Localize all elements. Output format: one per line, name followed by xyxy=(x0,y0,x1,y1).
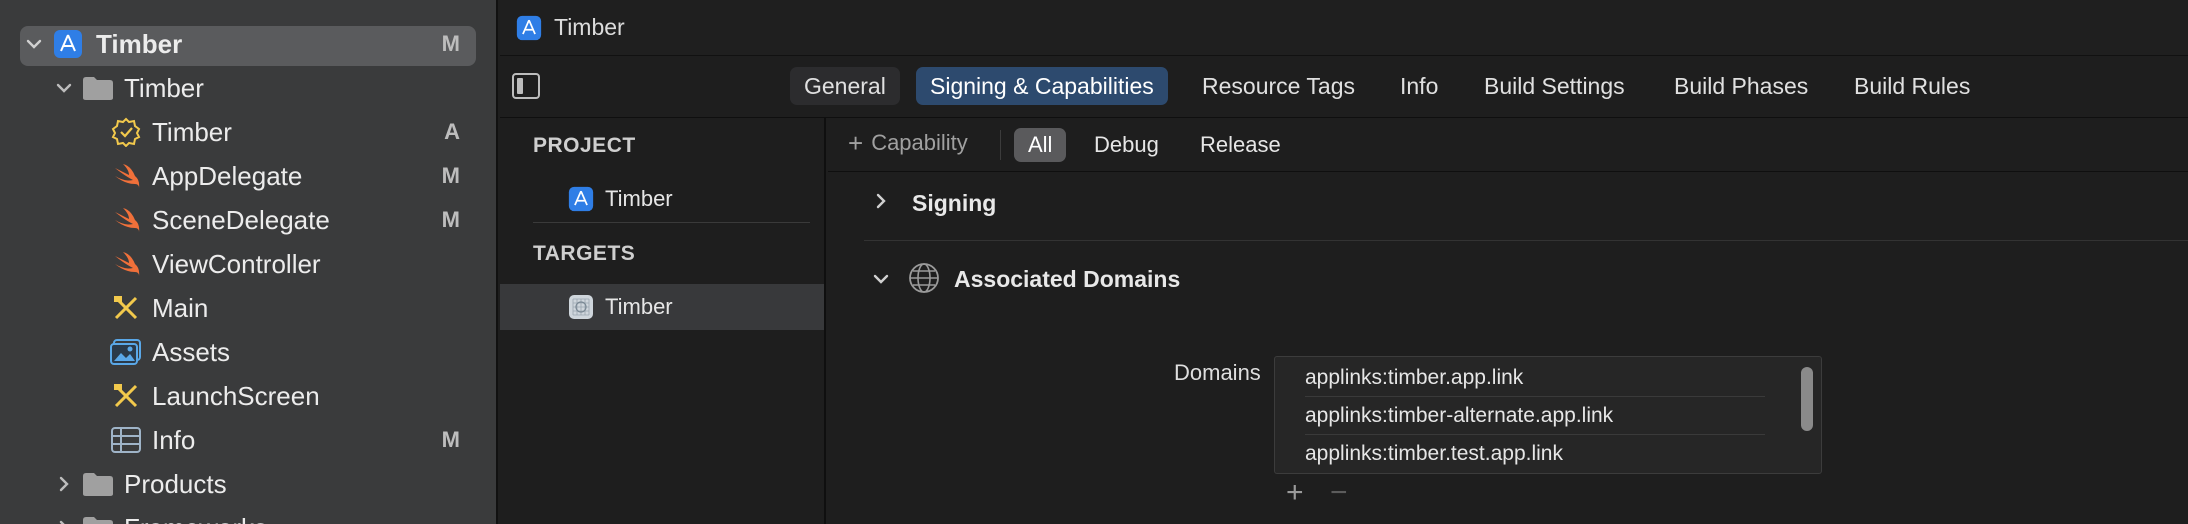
swift-file-icon xyxy=(110,204,142,236)
domains-label: Domains xyxy=(1174,360,1261,385)
divider xyxy=(1000,130,1001,160)
associated-domains-title[interactable]: Associated Domains xyxy=(954,266,1180,293)
scm-status-badge: M xyxy=(441,31,460,56)
nav-item-products[interactable]: Products xyxy=(0,464,496,504)
scm-status-badge: A xyxy=(444,119,460,144)
domains-list[interactable]: applinks:timber.app.link applinks:timber… xyxy=(1274,356,1822,474)
nav-item-label: Timber xyxy=(96,28,183,59)
swift-file-icon xyxy=(110,160,142,192)
nav-item-info-plist[interactable]: Info M xyxy=(0,420,496,460)
tab-build-settings[interactable]: Build Settings xyxy=(1470,67,1639,105)
project-targets-list: PROJECT Timber TARGETS Timber xyxy=(500,118,826,524)
xcode-project-icon xyxy=(52,28,84,60)
scm-status-badge: M xyxy=(441,207,460,232)
list-item[interactable]: applinks:timber.app.link xyxy=(1305,359,1765,397)
nav-item-appdelegate[interactable]: AppDelegate M xyxy=(0,156,496,196)
globe-icon xyxy=(908,262,940,299)
toggle-targets-sidebar-icon[interactable] xyxy=(512,73,540,99)
associated-domains-section: Associated Domains Domains applinks:timb… xyxy=(828,242,2188,524)
filter-debug[interactable]: Debug xyxy=(1080,128,1173,162)
tab-general[interactable]: General xyxy=(790,67,900,105)
nav-item-label: Info xyxy=(152,424,196,455)
project-item-label: Timber xyxy=(605,186,673,211)
filter-all[interactable]: All xyxy=(1014,128,1067,162)
nav-item-project-timber[interactable]: Timber M xyxy=(0,24,496,66)
nav-item-label: Timber xyxy=(124,72,204,103)
tab-info[interactable]: Info xyxy=(1386,67,1452,105)
storyboard-icon xyxy=(110,380,142,412)
add-capability-button[interactable]: + Capability xyxy=(848,130,968,156)
entitlements-badge-icon xyxy=(110,116,142,148)
list-item[interactable]: applinks:timber-alternate.app.link xyxy=(1305,397,1765,435)
editor-tabs-bar: General Signing & Capabilities Resource … xyxy=(500,56,2188,118)
chevron-right-icon[interactable] xyxy=(872,192,890,215)
xcode-project-icon xyxy=(568,186,594,212)
target-item-label: Timber xyxy=(605,294,673,319)
nav-item-label: Assets xyxy=(152,336,231,367)
project-section-header: PROJECT xyxy=(533,134,636,157)
nav-item-label: LaunchScreen xyxy=(152,380,320,411)
xcode-project-icon xyxy=(516,15,542,41)
nav-item-label: Main xyxy=(152,292,209,323)
nav-item-entitlements[interactable]: Timber A xyxy=(0,112,496,152)
nav-item-assets[interactable]: Assets xyxy=(0,332,496,372)
remove-domain-button[interactable]: − xyxy=(1330,478,1348,508)
jump-bar-title[interactable]: Timber xyxy=(554,14,625,41)
asset-catalog-icon xyxy=(110,336,142,368)
signing-section: Signing xyxy=(828,172,2188,242)
add-capability-label: Capability xyxy=(871,130,968,155)
chevron-right-icon[interactable] xyxy=(52,472,76,496)
tab-signing-capabilities[interactable]: Signing & Capabilities xyxy=(916,67,1168,105)
folder-icon xyxy=(82,468,114,500)
signing-title[interactable]: Signing xyxy=(912,190,996,217)
nav-item-label: ViewController xyxy=(152,248,321,279)
targets-section-header: TARGETS xyxy=(533,242,636,265)
nav-item-folder-timber[interactable]: Timber xyxy=(0,68,496,108)
scrollbar-thumb[interactable] xyxy=(1801,367,1813,431)
nav-item-scenedelegate[interactable]: SceneDelegate M xyxy=(0,200,496,240)
nav-item-frameworks[interactable]: Frameworks xyxy=(0,508,496,524)
storyboard-icon xyxy=(110,292,142,324)
chevron-down-icon[interactable] xyxy=(52,76,76,100)
plist-table-icon xyxy=(110,424,142,456)
target-item-timber[interactable]: Timber xyxy=(500,284,824,330)
chevron-right-icon[interactable] xyxy=(52,516,76,524)
nav-item-label: Timber xyxy=(152,116,232,147)
scm-status-badge: M xyxy=(441,163,460,188)
plus-icon: + xyxy=(848,128,864,158)
project-navigator: Timber M Timber Timber A AppDelegate M S… xyxy=(0,0,498,524)
nav-item-label: AppDelegate xyxy=(152,160,303,191)
nav-item-launchscreen[interactable]: LaunchScreen xyxy=(0,376,496,416)
nav-item-main-storyboard[interactable]: Main xyxy=(0,288,496,328)
divider xyxy=(533,222,810,223)
selection-highlight xyxy=(20,26,476,66)
nav-item-label: SceneDelegate xyxy=(152,204,330,235)
add-domain-button[interactable]: + xyxy=(1286,478,1304,508)
list-item[interactable]: applinks:timber.test.app.link xyxy=(1305,435,1765,473)
app-target-icon xyxy=(568,294,594,320)
folder-icon xyxy=(82,512,114,524)
folder-icon xyxy=(82,72,114,104)
capabilities-pane: + Capability All Debug Release Signing A xyxy=(828,118,2188,524)
nav-item-label: Frameworks xyxy=(124,513,267,524)
project-editor: Timber General Signing & Capabilities Re… xyxy=(500,0,2188,524)
tab-build-phases[interactable]: Build Phases xyxy=(1660,67,1822,105)
project-item-timber[interactable]: Timber xyxy=(500,176,824,222)
capabilities-filter-bar: + Capability All Debug Release xyxy=(828,118,2188,172)
nav-item-viewcontroller[interactable]: ViewController xyxy=(0,244,496,284)
tab-resource-tags[interactable]: Resource Tags xyxy=(1188,67,1369,105)
chevron-down-icon[interactable] xyxy=(22,32,46,56)
filter-release[interactable]: Release xyxy=(1186,128,1295,162)
divider xyxy=(864,240,2188,241)
chevron-down-icon[interactable] xyxy=(872,270,890,293)
tab-build-rules[interactable]: Build Rules xyxy=(1840,67,1984,105)
scm-status-badge: M xyxy=(441,427,460,452)
jump-bar: Timber xyxy=(500,0,2188,56)
swift-file-icon xyxy=(110,248,142,280)
nav-item-label: Products xyxy=(124,468,227,499)
